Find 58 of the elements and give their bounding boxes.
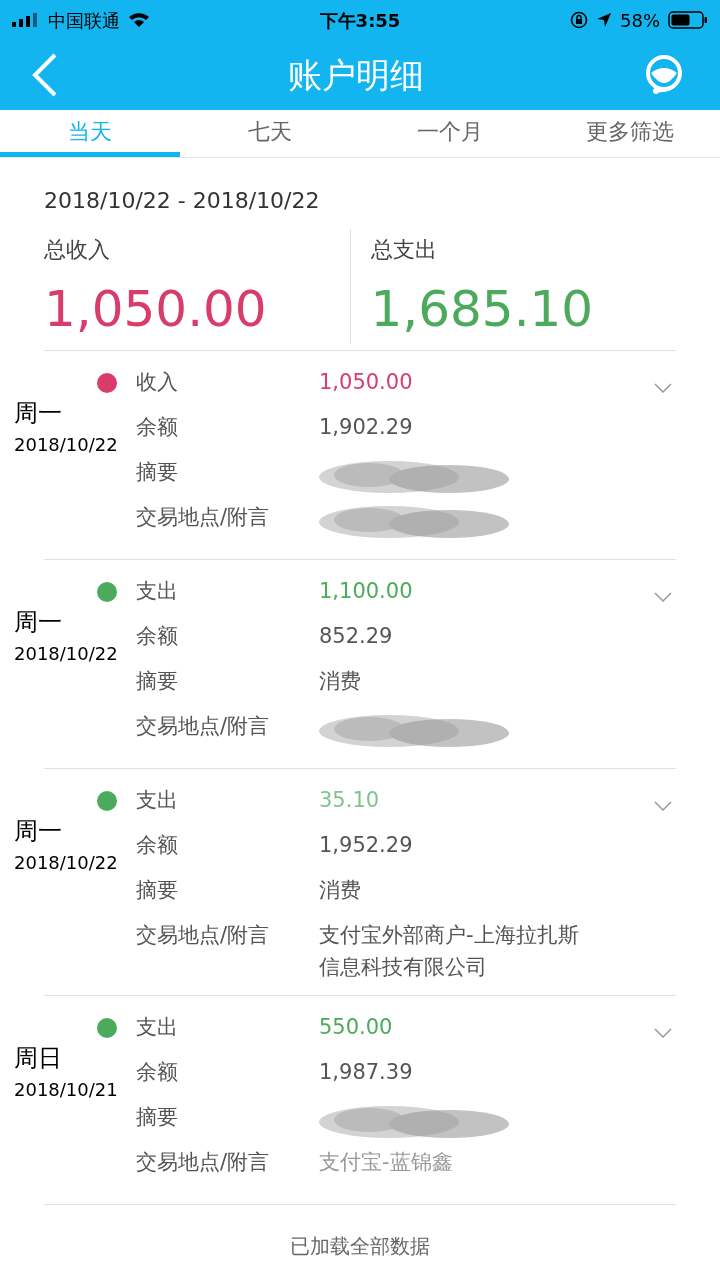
field-label: 支出 — [136, 1014, 179, 1041]
field-label: 余额 — [136, 1059, 179, 1086]
weekday: 周一 — [14, 398, 63, 429]
amount-value: 35.10 — [319, 788, 380, 812]
field-label: 摘要 — [136, 877, 179, 904]
transaction-date: 2018/10/21 — [14, 1078, 118, 1102]
summary-label: 总收入 — [44, 236, 111, 264]
field-value: 支付宝外部商户-上海拉扎斯信息科技有限公司 — [319, 923, 579, 979]
field-label: 摘要 — [136, 459, 179, 486]
field-label: 交易地点/附言 — [136, 713, 271, 740]
field-value: 852.29 — [319, 624, 393, 648]
signal-icon — [12, 13, 40, 27]
status-time: 下午3:55 — [319, 8, 401, 33]
chevron-down-icon[interactable] — [654, 592, 672, 602]
amount-value: 1,050.00 — [319, 370, 413, 394]
filter-tab[interactable]: 七天 — [180, 111, 360, 157]
transaction-date: 2018/10/22 — [14, 433, 118, 457]
summary-amount: 1,050.00 — [44, 279, 268, 340]
date-range: 2018/10/22 - 2018/10/22 — [44, 188, 320, 213]
field-value: 1,987.39 — [319, 1060, 413, 1084]
battery-icon — [668, 11, 708, 29]
field-label: 交易地点/附言 — [136, 1149, 271, 1176]
amount-value: 550.00 — [319, 1015, 393, 1039]
transaction-date: 2018/10/22 — [14, 851, 118, 875]
field-label: 摘要 — [136, 1104, 179, 1131]
field-value: 消费 — [319, 669, 361, 693]
back-icon — [32, 53, 58, 97]
chevron-down-icon[interactable] — [654, 801, 672, 811]
wifi-icon — [128, 12, 150, 28]
field-label: 摘要 — [136, 668, 179, 695]
page-title: 账户明细 — [288, 53, 424, 97]
field-label: 余额 — [136, 623, 179, 650]
battery-percent: 58% — [620, 8, 660, 33]
load-complete-text: 已加载全部数据 — [290, 1233, 430, 1260]
weekday: 周一 — [14, 607, 63, 638]
summary-label: 总支出 — [370, 236, 438, 264]
weekday: 周一 — [14, 816, 63, 847]
carrier-name: 中国联通 — [48, 8, 120, 33]
location-arrow-icon — [596, 12, 612, 28]
field-label: 收入 — [136, 369, 179, 396]
filter-tab[interactable]: 一个月 — [360, 111, 540, 157]
field-label: 余额 — [136, 414, 179, 441]
field-value: 1,952.29 — [319, 833, 413, 857]
filter-tab[interactable]: 更多筛选 — [540, 111, 720, 157]
rotation-lock-icon — [570, 11, 588, 29]
field-value: 1,902.29 — [319, 415, 413, 439]
field-label: 支出 — [136, 578, 179, 605]
field-value: 消费 — [319, 878, 361, 902]
chevron-down-icon[interactable] — [654, 1028, 672, 1038]
field-label: 余额 — [136, 832, 179, 859]
transaction-date: 2018/10/22 — [14, 642, 118, 666]
chevron-down-icon[interactable] — [654, 383, 672, 393]
field-label: 交易地点/附言 — [136, 504, 271, 531]
field-label: 交易地点/附言 — [136, 922, 271, 949]
amount-value: 1,100.00 — [319, 579, 413, 603]
summary-amount: 1,685.10 — [370, 279, 595, 340]
field-label: 支出 — [136, 787, 179, 814]
weekday: 周日 — [14, 1043, 63, 1074]
